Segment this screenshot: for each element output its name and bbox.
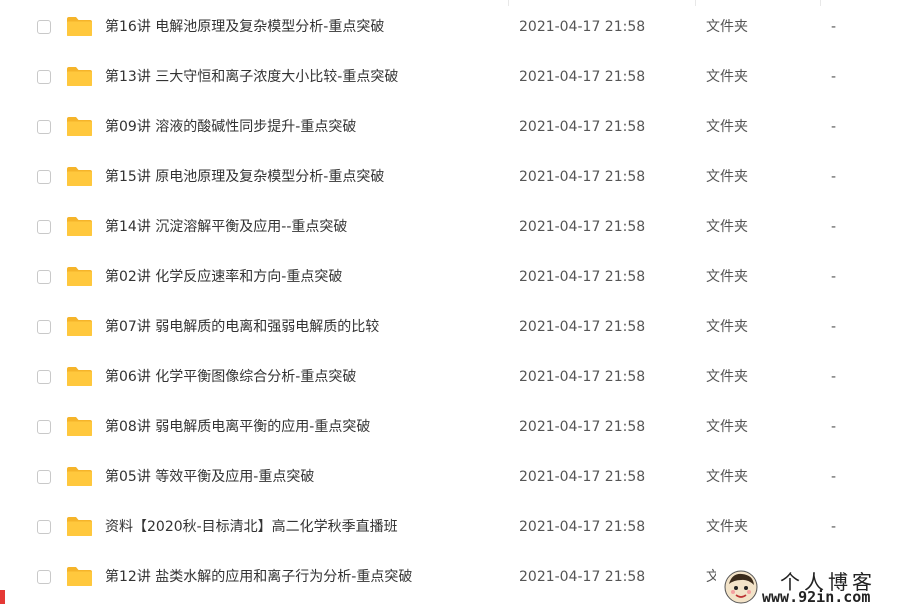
file-name-link[interactable]: 资料【2020秋-目标清北】高二化学秋季直播班 <box>105 517 398 537</box>
file-size: - <box>831 419 837 435</box>
file-type: 文件夹 <box>706 519 748 535</box>
watermark-url: www.92in.com <box>762 588 871 606</box>
file-name-link[interactable]: 第13讲 三大守恒和离子浓度大小比较-重点突破 <box>105 67 398 87</box>
folder-icon <box>66 416 93 437</box>
row-checkbox[interactable] <box>37 170 51 184</box>
file-row[interactable]: 第05讲 等效平衡及应用-重点突破 2021-04-17 21:58 文件夹 - <box>0 453 912 503</box>
folder-icon <box>66 566 93 587</box>
folder-icon <box>66 366 93 387</box>
file-name-link[interactable]: 第07讲 弱电解质的电离和强弱电解质的比较 <box>105 317 379 337</box>
file-size: - <box>831 19 837 35</box>
modified-date: 2021-04-17 21:58 <box>519 419 646 435</box>
file-type: 文件夹 <box>706 419 748 435</box>
modified-date: 2021-04-17 21:58 <box>519 119 646 135</box>
file-size: - <box>831 519 837 535</box>
file-size: - <box>831 119 837 135</box>
file-row[interactable]: 资料【2020秋-目标清北】高二化学秋季直播班 2021-04-17 21:58 文… <box>0 503 912 553</box>
file-type: 文件夹 <box>706 219 748 235</box>
file-row[interactable]: 第15讲 原电池原理及复杂模型分析-重点突破 2021-04-17 21:58 文件… <box>0 153 912 203</box>
modified-date: 2021-04-17 21:58 <box>519 469 646 485</box>
row-checkbox[interactable] <box>37 20 51 34</box>
row-checkbox[interactable] <box>37 220 51 234</box>
file-name-link[interactable]: 第09讲 溶液的酸碱性同步提升-重点突破 <box>105 117 356 137</box>
modified-date: 2021-04-17 21:58 <box>519 269 646 285</box>
red-edge-mark <box>0 590 5 604</box>
modified-date: 2021-04-17 21:58 <box>519 369 646 385</box>
modified-date: 2021-04-17 21:58 <box>519 19 646 35</box>
file-type: 文件夹 <box>706 319 748 335</box>
row-checkbox[interactable] <box>37 520 51 534</box>
file-name-link[interactable]: 第08讲 弱电解质电离平衡的应用-重点突破 <box>105 417 370 437</box>
file-name-link[interactable]: 第05讲 等效平衡及应用-重点突破 <box>105 467 314 487</box>
file-name-link[interactable]: 第06讲 化学平衡图像综合分析-重点突破 <box>105 367 356 387</box>
folder-icon <box>66 266 93 287</box>
modified-date: 2021-04-17 21:58 <box>519 519 646 535</box>
file-type: 文件夹 <box>706 19 748 35</box>
file-size: - <box>831 369 837 385</box>
file-row[interactable]: 第16讲 电解池原理及复杂模型分析-重点突破 2021-04-17 21:58 文件… <box>0 3 912 53</box>
folder-icon <box>66 66 93 87</box>
file-size: - <box>831 219 837 235</box>
row-checkbox[interactable] <box>37 420 51 434</box>
file-size: - <box>831 319 837 335</box>
folder-icon <box>66 516 93 537</box>
file-row[interactable]: 第06讲 化学平衡图像综合分析-重点突破 2021-04-17 21:58 文件夹 - <box>0 353 912 403</box>
row-checkbox[interactable] <box>37 320 51 334</box>
file-row[interactable]: 第08讲 弱电解质电离平衡的应用-重点突破 2021-04-17 21:58 文件夹… <box>0 403 912 453</box>
file-row[interactable]: 第09讲 溶液的酸碱性同步提升-重点突破 2021-04-17 21:58 文件夹 - <box>0 103 912 153</box>
file-row[interactable]: 第13讲 三大守恒和离子浓度大小比较-重点突破 2021-04-17 21:58 文… <box>0 53 912 103</box>
modified-date: 2021-04-17 21:58 <box>519 219 646 235</box>
folder-icon <box>66 466 93 487</box>
file-name-link[interactable]: 第12讲 盐类水解的应用和离子行为分析-重点突破 <box>105 567 412 587</box>
folder-icon <box>66 16 93 37</box>
file-type: 文件夹 <box>706 69 748 85</box>
file-name-link[interactable]: 第02讲 化学反应速率和方向-重点突破 <box>105 267 342 287</box>
file-row[interactable]: 第02讲 化学反应速率和方向-重点突破 2021-04-17 21:58 文件夹 - <box>0 253 912 303</box>
folder-icon <box>66 116 93 137</box>
file-size: - <box>831 69 837 85</box>
row-checkbox[interactable] <box>37 370 51 384</box>
file-row[interactable]: 第14讲 沉淀溶解平衡及应用--重点突破 2021-04-17 21:58 文件夹 - <box>0 203 912 253</box>
modified-date: 2021-04-17 21:58 <box>519 169 646 185</box>
file-type: 文件夹 <box>706 269 748 285</box>
file-list: 第16讲 电解池原理及复杂模型分析-重点突破 2021-04-17 21:58 文件… <box>0 3 912 603</box>
row-checkbox[interactable] <box>37 470 51 484</box>
folder-icon <box>66 166 93 187</box>
file-size: - <box>831 469 837 485</box>
row-checkbox[interactable] <box>37 70 51 84</box>
file-name-link[interactable]: 第14讲 沉淀溶解平衡及应用--重点突破 <box>105 217 347 237</box>
file-size: - <box>831 169 837 185</box>
folder-icon <box>66 316 93 337</box>
file-row[interactable]: 第07讲 弱电解质的电离和强弱电解质的比较 2021-04-17 21:58 文件夹… <box>0 303 912 353</box>
file-size: - <box>831 269 837 285</box>
file-type: 文件夹 <box>706 169 748 185</box>
folder-icon <box>66 216 93 237</box>
row-checkbox[interactable] <box>37 270 51 284</box>
avatar-icon <box>724 570 758 604</box>
modified-date: 2021-04-17 21:58 <box>519 569 646 585</box>
file-type: 文件夹 <box>706 369 748 385</box>
file-type: 文件夹 <box>706 119 748 135</box>
file-name-link[interactable]: 第15讲 原电池原理及复杂模型分析-重点突破 <box>105 167 384 187</box>
file-browser: 第16讲 电解池原理及复杂模型分析-重点突破 2021-04-17 21:58 文件… <box>0 0 912 608</box>
row-checkbox[interactable] <box>37 570 51 584</box>
modified-date: 2021-04-17 21:58 <box>519 319 646 335</box>
row-checkbox[interactable] <box>37 120 51 134</box>
file-name-link[interactable]: 第16讲 电解池原理及复杂模型分析-重点突破 <box>105 17 384 37</box>
file-type: 文件夹 <box>706 469 748 485</box>
watermark: 个人博客 www.92in.com <box>716 566 912 608</box>
modified-date: 2021-04-17 21:58 <box>519 69 646 85</box>
